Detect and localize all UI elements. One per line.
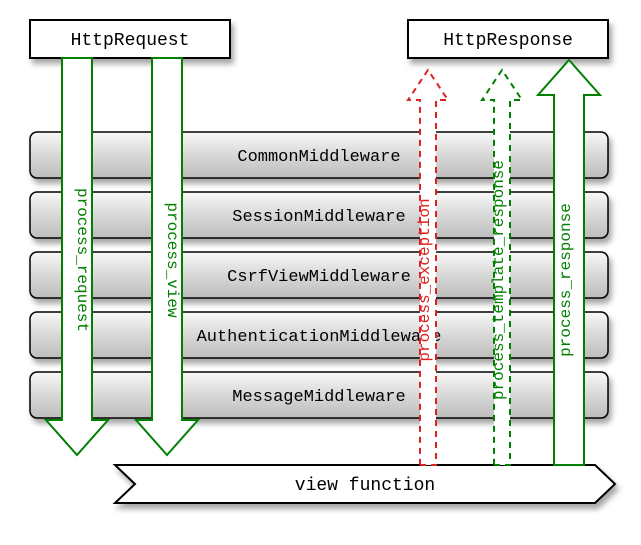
middleware-label: CommonMiddleware — [237, 148, 400, 167]
http-request-box: HttpRequest — [30, 20, 230, 58]
process-response-label: process_response — [557, 203, 575, 357]
process-template-response-label: process_template_response — [490, 160, 508, 400]
middleware-stack: CommonMiddleware SessionMiddleware CsrfV… — [30, 132, 608, 418]
process-exception-label: process_exception — [416, 198, 434, 361]
middleware-layer: SessionMiddleware — [30, 192, 608, 238]
process-view-label: process_view — [163, 202, 181, 318]
view-function-box: view function — [115, 465, 615, 503]
middleware-layer: MessageMiddleware — [30, 372, 608, 418]
view-function-label: view function — [295, 476, 435, 496]
http-request-label: HttpRequest — [71, 31, 190, 51]
middleware-label: AuthenticationMiddleware — [197, 328, 442, 347]
middleware-label: MessageMiddleware — [232, 388, 405, 407]
middleware-label: SessionMiddleware — [232, 208, 405, 227]
middleware-label: CsrfViewMiddleware — [227, 268, 411, 287]
http-response-box: HttpResponse — [408, 20, 608, 58]
http-response-label: HttpResponse — [443, 31, 573, 51]
middleware-layer: AuthenticationMiddleware — [30, 312, 608, 358]
middleware-layer: CommonMiddleware — [30, 132, 608, 178]
middleware-layer: CsrfViewMiddleware — [30, 252, 608, 298]
process-request-label: process_request — [73, 188, 91, 332]
